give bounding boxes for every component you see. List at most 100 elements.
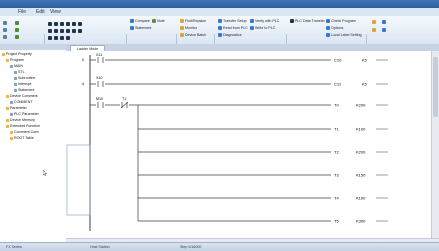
open-contact-icon[interactable]: [48, 22, 52, 26]
insert-line-icon[interactable]: [78, 29, 82, 33]
contact-label: X11: [96, 53, 102, 57]
tree-item-device-memory[interactable]: Device Memory: [6, 118, 35, 122]
contact-label: T1: [122, 97, 126, 101]
tree-item-device-comment[interactable]: Device Comment: [6, 94, 38, 98]
vline-icon[interactable]: [78, 22, 82, 26]
tree-item-comment[interactable]: COMMENT: [10, 100, 33, 104]
read-from-plc-button[interactable]: Read from PLC: [218, 25, 248, 30]
rising-contact-icon[interactable]: [48, 29, 52, 33]
folder-icon: [6, 124, 9, 128]
step-number: 0: [82, 57, 85, 62]
tree-item-statement[interactable]: Statement: [14, 88, 34, 92]
coil-label: T1: [334, 127, 339, 132]
new-project-icon[interactable]: [3, 21, 7, 25]
tree-item-plc-parameter[interactable]: PLC Parameter: [10, 112, 39, 116]
tree-item-subroutine[interactable]: Subroutine: [14, 76, 35, 80]
step-number: 4: [82, 81, 85, 86]
save-project-icon[interactable]: [3, 35, 7, 39]
open-project-icon[interactable]: [3, 28, 7, 32]
coil-icon[interactable]: [60, 22, 64, 26]
ladder-diagram: 0 X11 C10 K5 4 X10 C11 K5 M10 T1 T0 K200: [66, 53, 388, 231]
falling-contact-icon[interactable]: [54, 29, 58, 33]
folder-icon: [10, 130, 13, 134]
monitor-button[interactable]: Monitor: [180, 25, 197, 30]
operand-label: K200: [356, 103, 366, 108]
program-icon: [14, 70, 17, 74]
status-step: Step 0/16000: [180, 245, 202, 249]
write-to-plc-button[interactable]: Write to PLC: [250, 25, 275, 30]
plc-data-transfer-button[interactable]: PLC Data Transfer: [290, 18, 325, 23]
operand-label: K100: [356, 196, 366, 201]
tool-icon-1[interactable]: [372, 20, 376, 24]
coil-label: C10: [334, 58, 342, 63]
verify-with-plc-button[interactable]: Verify with PLC: [250, 18, 279, 23]
contact-label: M10: [96, 97, 103, 101]
ribbon-toolbar: Compare Statement Note Find/Replace Moni…: [0, 16, 439, 59]
tree-item-comment-conv[interactable]: Comment Conv: [10, 130, 39, 134]
tree-item-parameter[interactable]: Parameter: [6, 106, 27, 110]
menu-file[interactable]: File: [18, 9, 26, 15]
vertical-scrollbar[interactable]: [431, 51, 439, 238]
program-icon: [14, 76, 17, 80]
tool-icon-2[interactable]: [372, 28, 376, 32]
check-program-button[interactable]: Check Program: [326, 18, 356, 23]
edit-cursor-box: [66, 144, 91, 216]
reset-coil-icon[interactable]: [66, 29, 70, 33]
folder-icon: [6, 106, 9, 110]
open-contact: [96, 57, 105, 63]
tree-item-stl[interactable]: STL: [14, 70, 25, 74]
options-button[interactable]: Options: [326, 25, 343, 30]
instruction-icon[interactable]: [66, 22, 70, 26]
cut-icon[interactable]: [15, 28, 19, 32]
tree-item-main[interactable]: MAIN: [10, 64, 23, 68]
note-button[interactable]: Note: [152, 18, 165, 23]
operand-label: K300: [356, 219, 366, 224]
hline-icon[interactable]: [72, 22, 76, 26]
operand-label: K200: [356, 150, 366, 155]
closed-contact-icon[interactable]: [54, 22, 58, 26]
tree-item-interrupt[interactable]: Interrupt: [14, 82, 31, 86]
program-icon: [10, 64, 13, 68]
statement-button[interactable]: Statement: [130, 25, 151, 30]
parallel-contact-icon[interactable]: [48, 36, 52, 40]
tool-icon-3[interactable]: [382, 20, 386, 24]
device-batch-button[interactable]: Device Batch: [180, 32, 206, 37]
scroll-thumb[interactable]: [433, 57, 438, 117]
menu-view[interactable]: View: [50, 9, 61, 15]
mouse-pointer-icon: [43, 170, 47, 176]
ladder-editor-canvas[interactable]: 0 X11 C10 K5 4 X10 C11 K5 M10 T1 T0 K200: [66, 51, 439, 238]
tree-root[interactable]: Project Property: [2, 52, 32, 56]
parameter-icon: [10, 112, 13, 116]
status-plc-type: FX Series: [6, 245, 22, 249]
project-navigation-pane: Project Property Program MAIN STL Subrou…: [0, 44, 67, 250]
folder-icon: [6, 58, 9, 62]
open-contact: [96, 102, 105, 108]
parallel-closed-icon[interactable]: [54, 36, 58, 40]
print-icon[interactable]: [15, 21, 19, 25]
diagnostics-button[interactable]: Diagnostics: [218, 32, 242, 37]
tree-item-program[interactable]: Program: [6, 58, 24, 62]
delete-line-icon[interactable]: [72, 29, 76, 33]
tree-item-root-table[interactable]: ROOT Table: [10, 136, 34, 140]
contact-label: X10: [96, 76, 102, 80]
program-icon: [14, 88, 17, 92]
folder-icon: [6, 118, 9, 122]
copy-icon[interactable]: [15, 35, 19, 39]
invert-icon[interactable]: [60, 36, 64, 40]
tree-item-extended-function[interactable]: Extended Function: [6, 124, 40, 128]
folder-icon: [10, 136, 13, 140]
tool-icon-4[interactable]: [382, 28, 386, 32]
pane-header: [0, 44, 66, 50]
menu-edit[interactable]: Edit: [36, 9, 45, 15]
status-station: Host Station: [90, 245, 110, 249]
find-replace-button[interactable]: Find/Replace: [180, 18, 206, 23]
set-coil-icon[interactable]: [60, 29, 64, 33]
open-contact: [96, 81, 105, 87]
operand-label: K100: [356, 127, 366, 132]
compare-button[interactable]: Compare: [130, 18, 150, 23]
pulse-icon[interactable]: [66, 36, 70, 40]
transfer-setup-button[interactable]: Transfer Setup: [218, 18, 247, 23]
local-label-setting-button[interactable]: Local Label Setting: [326, 32, 362, 37]
operand-label: K5: [362, 82, 368, 87]
operand-label: K5: [362, 58, 368, 63]
